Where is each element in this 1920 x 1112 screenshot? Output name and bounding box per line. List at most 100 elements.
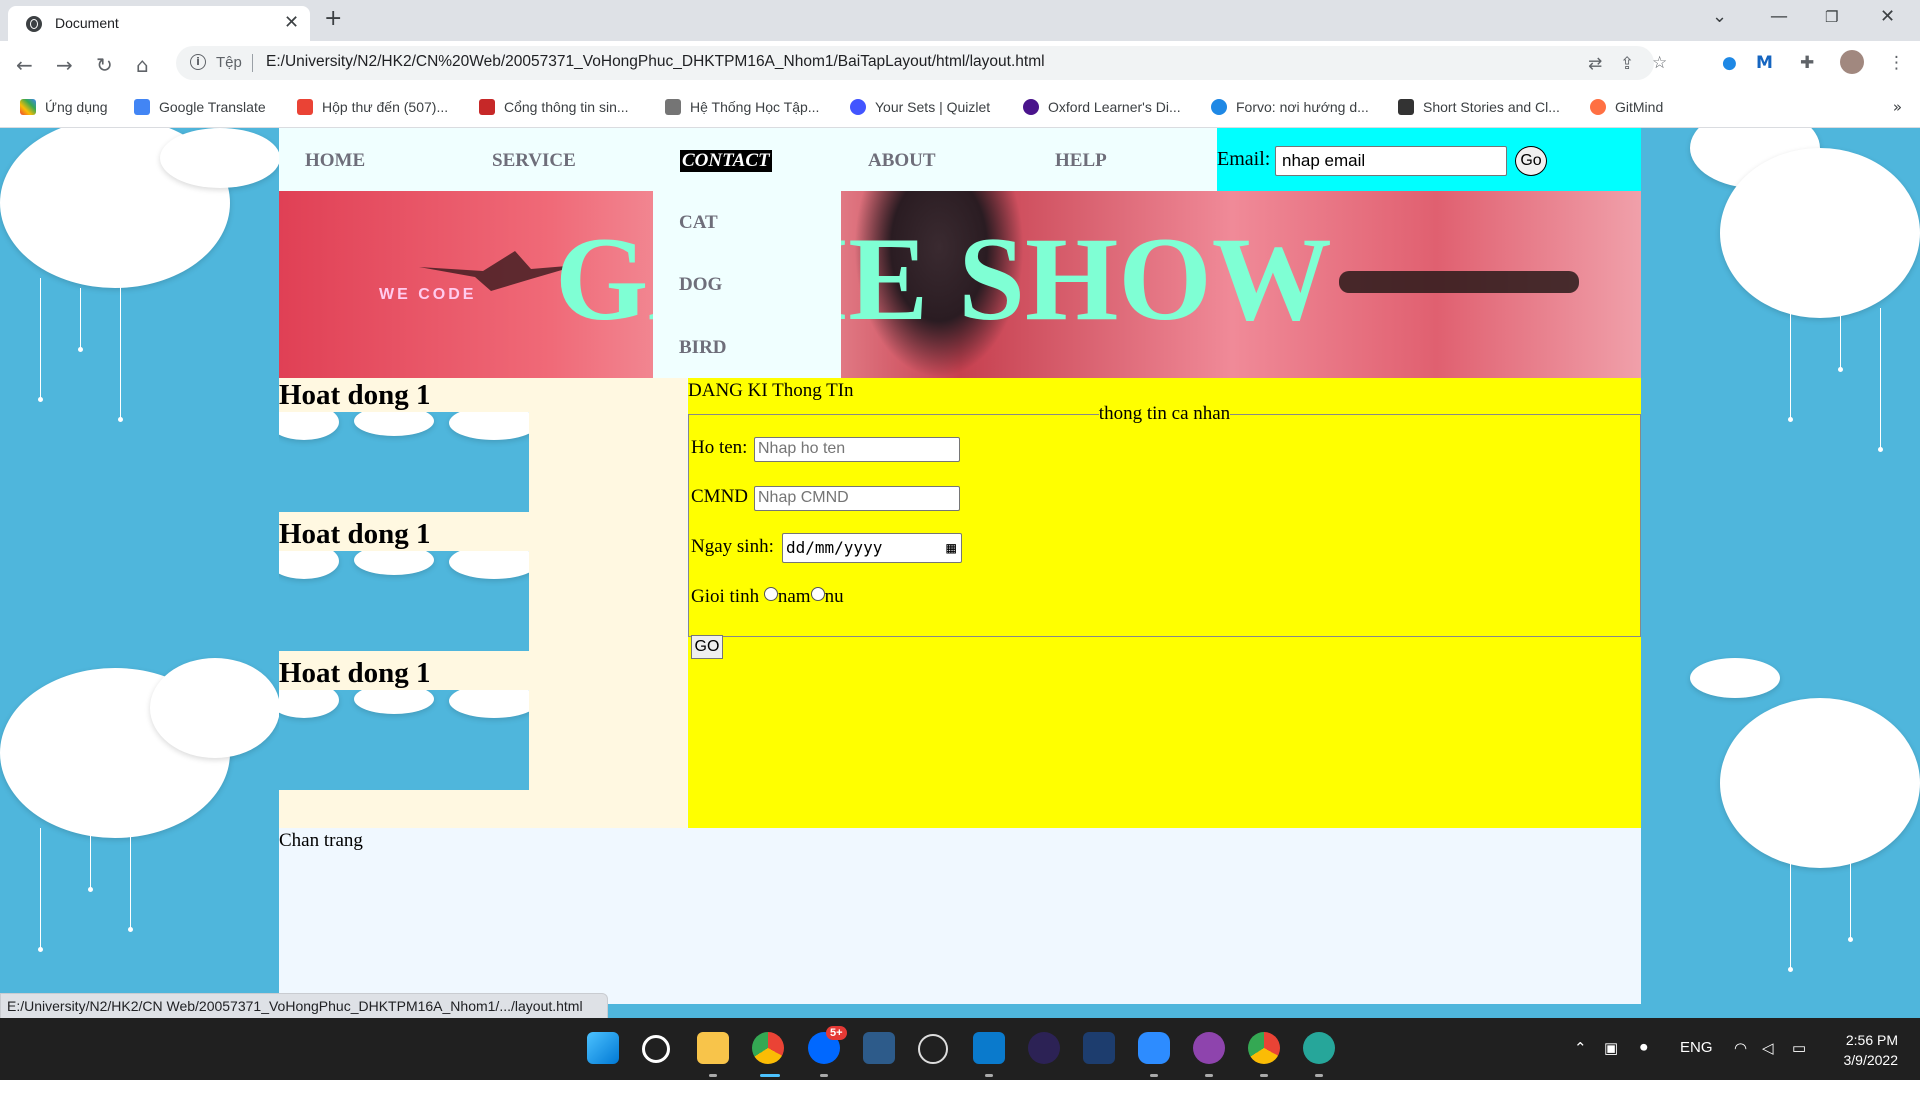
share-icon[interactable]: ⇪ [1620, 54, 1634, 74]
calendar-icon[interactable]: ▦ [946, 538, 956, 557]
zoom-icon[interactable] [1138, 1032, 1170, 1064]
activity-image [279, 551, 529, 651]
tray-app-icon[interactable]: ▣ [1604, 1039, 1618, 1057]
url-text[interactable]: E:/University/N2/HK2/CN%20Web/20057371_V… [266, 53, 1045, 71]
cloud-decoration [150, 658, 280, 758]
cmnd-input[interactable]: Nhap CMND [754, 486, 960, 511]
bookmark-item[interactable]: Forvo: nơi hướng d... [1211, 99, 1369, 115]
dropdown-item-dog[interactable]: DOG [679, 274, 722, 296]
rain-string-decoration [38, 828, 43, 952]
name-input[interactable]: Nhap ho ten [754, 437, 960, 462]
apps-grid-icon [20, 99, 36, 115]
bookmark-item[interactable]: Oxford Learner's Di... [1023, 99, 1181, 115]
github-desktop-icon[interactable] [1193, 1032, 1225, 1064]
obs-icon[interactable] [918, 1034, 948, 1064]
nav-item-help[interactable]: HELP [1055, 150, 1107, 172]
system-clock[interactable]: 2:56 PM 3/9/2022 [1844, 1030, 1899, 1070]
submit-go-button[interactable]: GO [691, 635, 723, 659]
window-close-icon[interactable]: ✕ [1880, 6, 1895, 27]
quizlet-icon [850, 99, 866, 115]
volume-icon[interactable]: ◁ [1762, 1039, 1774, 1057]
extension-m-icon[interactable]: M [1756, 53, 1773, 73]
gender-radio-nu[interactable] [810, 587, 825, 601]
bookmark-item[interactable]: GitMind [1590, 99, 1663, 115]
address-bar[interactable]: i Tệp E:/University/N2/HK2/CN%20Web/2005… [176, 46, 1667, 80]
chrome-profile-icon[interactable] [1248, 1032, 1280, 1064]
home-icon[interactable]: ⌂ [136, 53, 149, 77]
registration-panel: DANG KI Thong TIn thong tin ca nhan Ho t… [688, 378, 1641, 828]
translate-icon[interactable]: ⇄ [1588, 54, 1602, 74]
restore-icon[interactable]: ❐ [1825, 8, 1838, 26]
gender-option-nu: nu [824, 586, 844, 607]
gender-radio-nam[interactable] [763, 587, 778, 601]
cloud-decoration [354, 412, 434, 436]
devc-icon[interactable] [1083, 1032, 1115, 1064]
site-info-icon[interactable]: i [190, 54, 206, 70]
minimize-icon[interactable]: — [1770, 6, 1788, 27]
activity-image [279, 690, 529, 790]
menu-kebab-icon[interactable]: ⋮ [1888, 53, 1905, 73]
profile-avatar[interactable] [1840, 50, 1864, 74]
rain-string-decoration [1838, 308, 1843, 372]
battery-icon[interactable]: ▭ [1792, 1039, 1806, 1057]
vscode-icon[interactable] [973, 1032, 1005, 1064]
email-go-button[interactable]: Go [1515, 146, 1547, 176]
new-tab-button[interactable]: + [324, 6, 342, 31]
reload-icon[interactable]: ↻ [96, 53, 113, 77]
search-icon[interactable] [642, 1035, 670, 1063]
dropdown-item-cat[interactable]: CAT [679, 212, 718, 234]
cloud-decoration [279, 690, 339, 718]
tray-chevron-icon[interactable]: ⌃ [1574, 1039, 1587, 1057]
tab-title: Document [55, 15, 119, 31]
bookmark-item[interactable]: Hộp thư đến (507)... [297, 99, 448, 115]
bookmark-item[interactable]: Short Stories and Cl... [1398, 99, 1560, 115]
running-indicator [1260, 1074, 1268, 1077]
dropdown-item-bird[interactable]: BIRD [679, 337, 727, 359]
wifi-icon[interactable]: ◠ [1734, 1039, 1747, 1057]
nav-item-service[interactable]: SERVICE [492, 150, 576, 172]
chrome-icon[interactable] [752, 1032, 784, 1064]
microphone-icon[interactable]: ⏺ [1640, 1039, 1648, 1056]
file-explorer-icon[interactable] [697, 1032, 729, 1064]
forward-arrow-icon[interactable]: → [56, 53, 73, 77]
banner-image: WE CODE GAME SHOW [279, 191, 1641, 378]
nav-item-home[interactable]: HOME [305, 150, 365, 172]
bookmark-item[interactable]: Cổng thông tin sin... [479, 99, 629, 115]
monitor-app-icon[interactable] [863, 1032, 895, 1064]
extensions-puzzle-icon[interactable]: ✚ [1800, 53, 1814, 73]
active-indicator [760, 1074, 780, 1077]
dob-date-input[interactable]: dd/mm/yyyy ▦ [782, 533, 962, 563]
tab-close-icon[interactable]: ✕ [284, 12, 299, 33]
short-stories-icon [1398, 99, 1414, 115]
eclipse-icon[interactable] [1028, 1032, 1060, 1064]
email-input[interactable] [1275, 146, 1507, 176]
rain-string-decoration [118, 278, 123, 422]
bookmark-item[interactable]: Your Sets | Quizlet [850, 99, 990, 115]
bookmark-star-icon[interactable]: ☆ [1652, 53, 1667, 73]
rain-string-decoration [78, 288, 83, 352]
cloud-decoration [354, 551, 434, 575]
rain-string-decoration [128, 828, 133, 932]
url-divider [252, 54, 253, 72]
screen-bottom-strip [0, 1080, 1920, 1112]
back-arrow-icon[interactable]: ← [16, 53, 33, 77]
gitmind-icon [1590, 99, 1606, 115]
extension-drop-icon[interactable]: ● [1722, 53, 1737, 73]
cloud-decoration [279, 551, 339, 579]
language-indicator[interactable]: ENG [1680, 1039, 1713, 1056]
app-globe-icon[interactable] [1303, 1032, 1335, 1064]
cloud-decoration [449, 551, 529, 579]
nav-item-contact[interactable]: CONTACT [680, 150, 772, 172]
nav-item-about[interactable]: ABOUT [868, 150, 936, 172]
status-bar-url: E:/University/N2/HK2/CN Web/20057371_VoH… [0, 993, 608, 1020]
bookmark-item[interactable]: Google Translate [134, 99, 266, 115]
bookmark-item[interactable]: Hệ Thống Học Tập... [665, 99, 819, 115]
browser-tab[interactable]: Document ✕ [8, 6, 310, 41]
start-windows-icon[interactable] [587, 1032, 619, 1064]
tab-search-chevron-icon[interactable]: ⌄ [1712, 6, 1727, 27]
fieldset-legend: thong tin ca nhan [1098, 403, 1231, 424]
personal-info-fieldset: thong tin ca nhan Ho ten: Nhap ho ten CM… [688, 403, 1641, 659]
bookmarks-overflow-icon[interactable]: » [1893, 98, 1902, 116]
layout-container: HOME SERVICE CONTACT ABOUT HELP Email: G… [279, 128, 1641, 1004]
bookmark-item[interactable]: Ứng dụng [20, 99, 108, 115]
